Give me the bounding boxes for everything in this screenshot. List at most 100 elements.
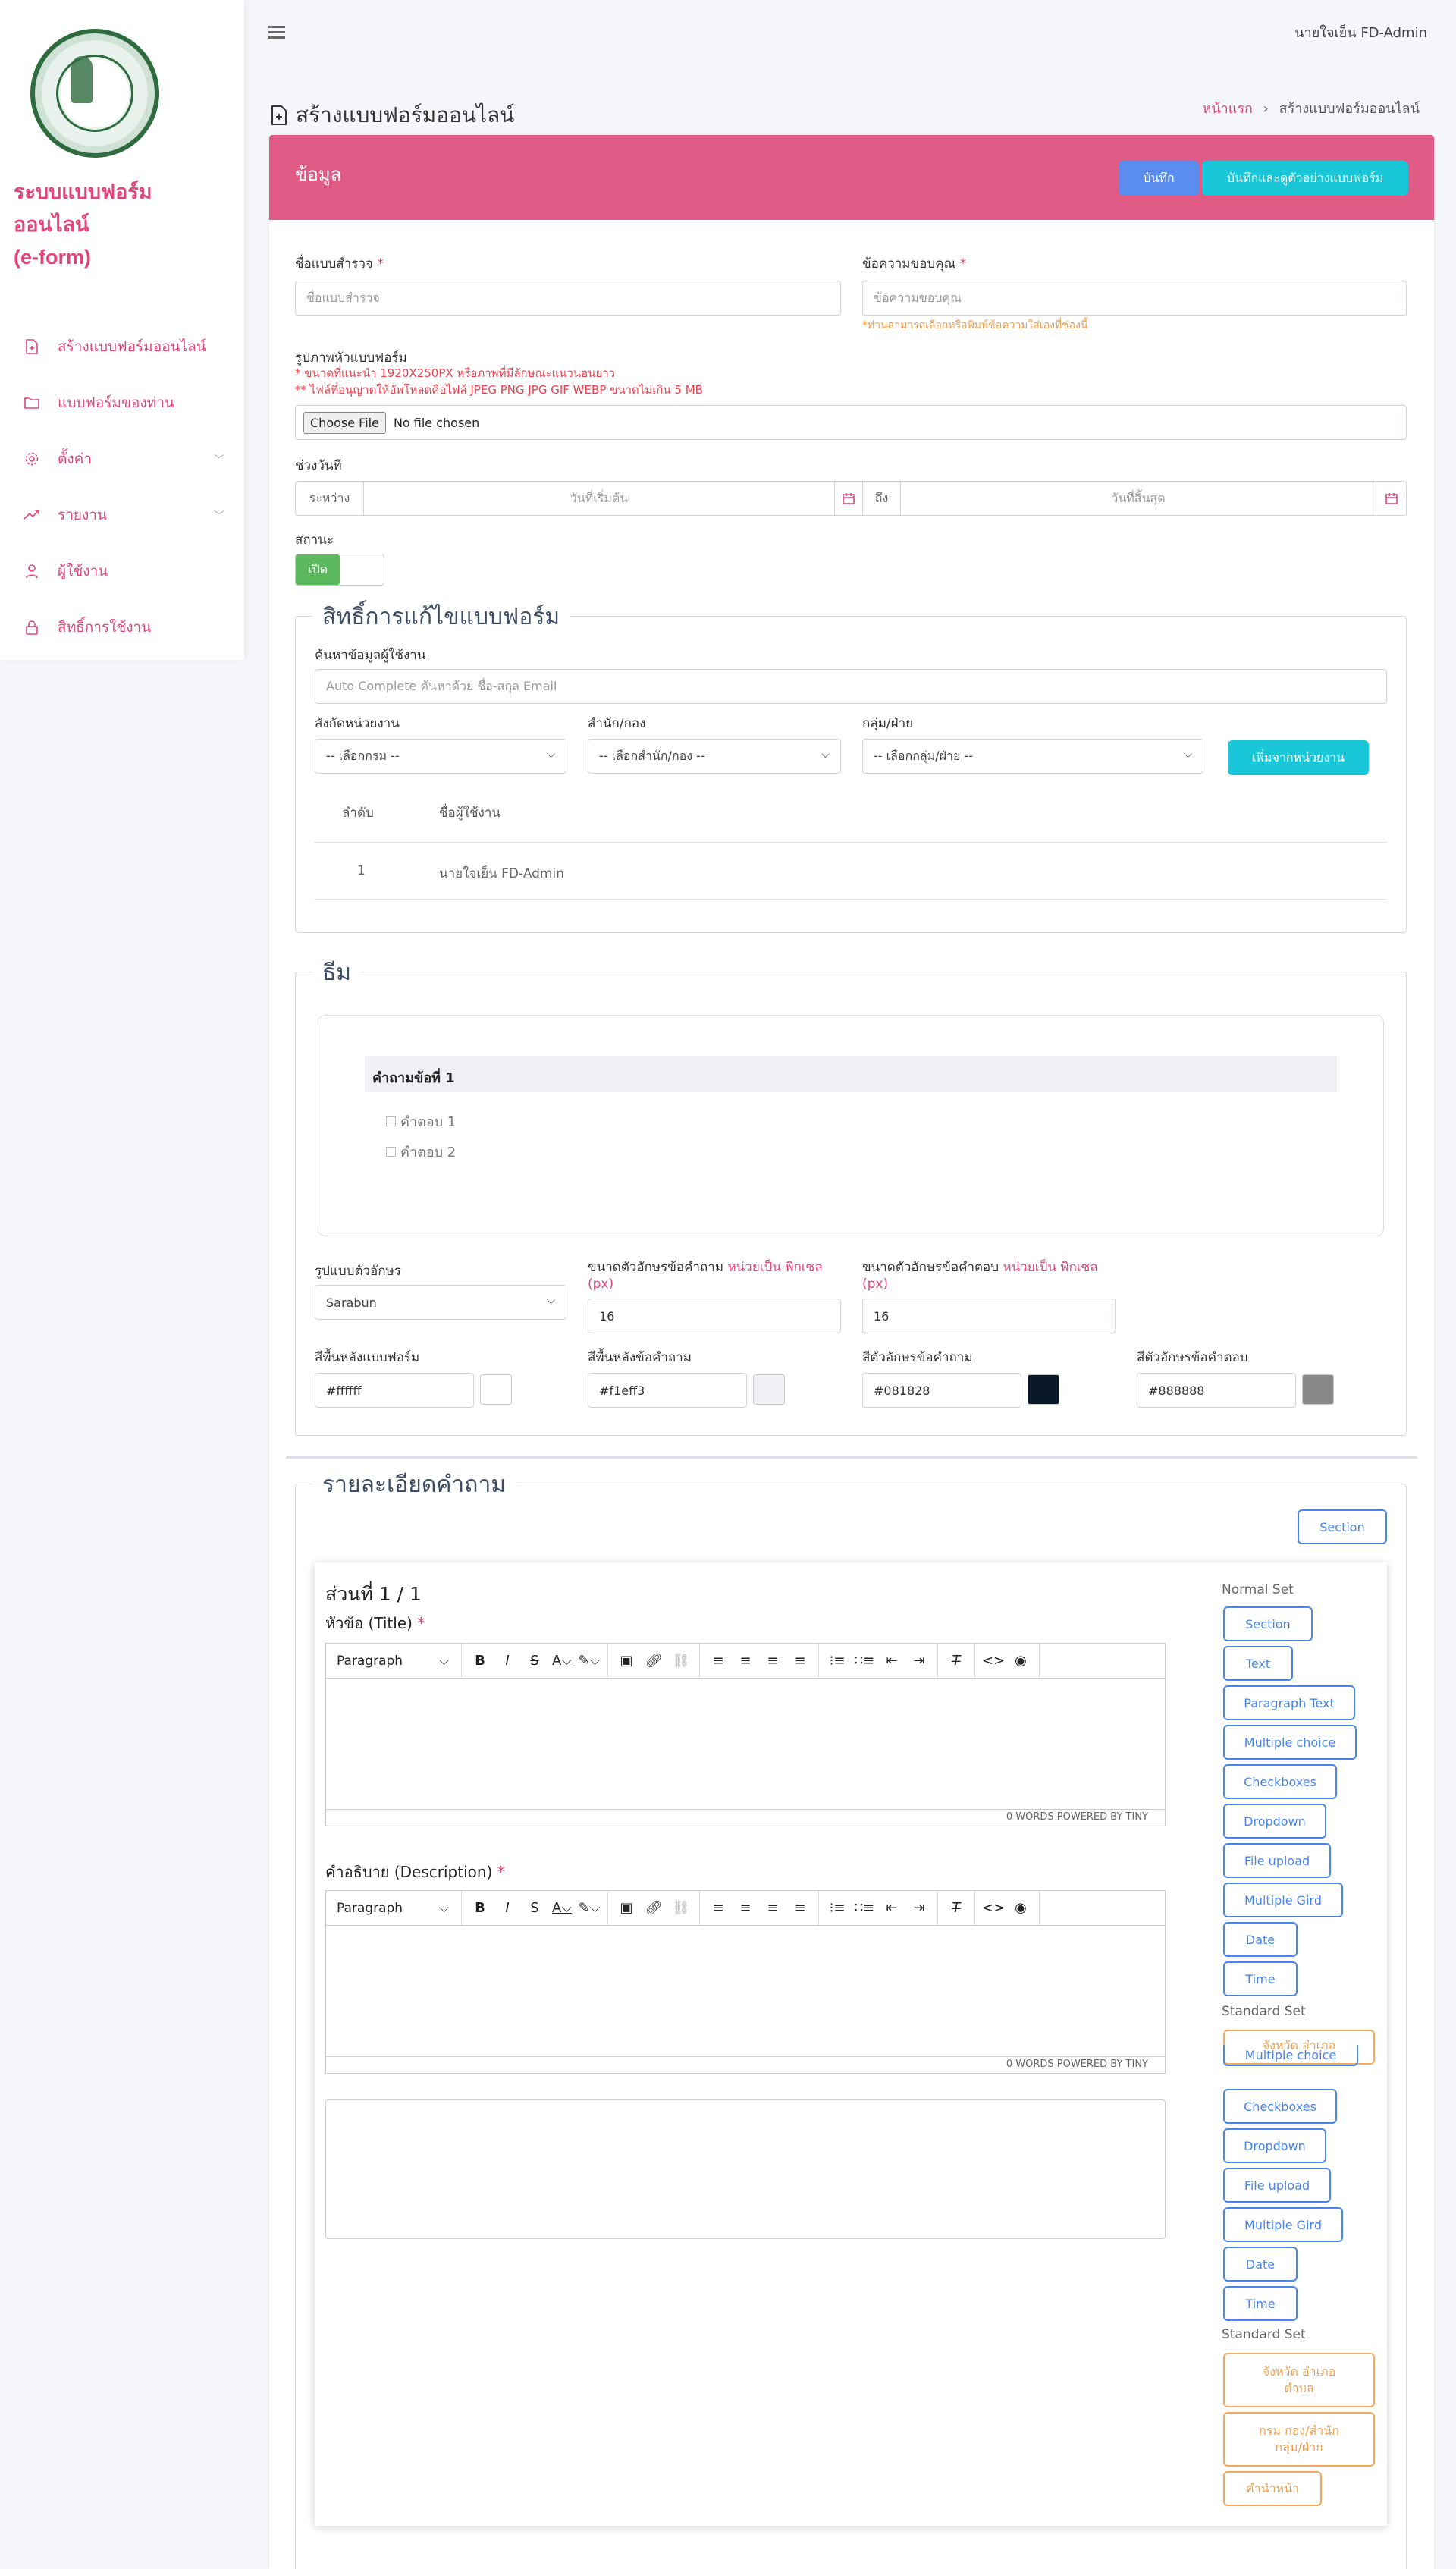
- align-center-icon[interactable]: ≡: [732, 1653, 759, 1669]
- strikethrough-icon[interactable]: S: [521, 1900, 548, 1916]
- palette-std-date-button[interactable]: Date: [1223, 2247, 1298, 2282]
- block-format-dropdown[interactable]: Paragraph ⌵: [331, 1901, 457, 1916]
- link-icon[interactable]: 🔗︎: [640, 1653, 667, 1669]
- form-bg-color-swatch[interactable]: [480, 1374, 512, 1405]
- sidebar-item-create-form[interactable]: สร้างแบบฟอร์มออนไลน์: [0, 319, 244, 375]
- palette-paragraph-text-button[interactable]: Paragraph Text: [1223, 1685, 1355, 1720]
- highlight-icon[interactable]: ✎⌵: [576, 1653, 603, 1669]
- calendar-icon[interactable]: [834, 482, 863, 515]
- start-date-input[interactable]: วันที่เริ่มต้น: [364, 489, 834, 508]
- current-user[interactable]: นายใจเย็น FD-Admin: [1294, 21, 1427, 43]
- preview-eye-icon[interactable]: ◉: [1007, 1900, 1034, 1916]
- image-upload-icon[interactable]: ▣: [613, 1653, 640, 1669]
- align-right-icon[interactable]: ≡: [759, 1900, 786, 1916]
- question-font-size-input[interactable]: 16: [588, 1299, 841, 1333]
- palette-department-office-group-button[interactable]: กรม กอง/สำนัก กลุ่ม/ฝ่าย: [1223, 2412, 1375, 2467]
- align-left-icon[interactable]: ≡: [704, 1900, 732, 1916]
- palette-multiple-grid-button[interactable]: Multiple Gird: [1223, 1883, 1343, 1917]
- indent-icon[interactable]: ⇥: [905, 1900, 933, 1916]
- question-text-color-input[interactable]: #081828: [862, 1373, 1021, 1408]
- clear-format-icon[interactable]: T̶: [943, 1653, 970, 1669]
- numbered-list-icon[interactable]: ⁝≡: [824, 1653, 851, 1669]
- unlink-icon[interactable]: ⛓︎: [667, 1653, 695, 1669]
- font-family-select[interactable]: Sarabun ⌵: [315, 1285, 566, 1320]
- source-code-icon[interactable]: <>: [980, 1653, 1007, 1669]
- palette-std-time-button[interactable]: Time: [1223, 2286, 1298, 2321]
- end-date-input[interactable]: วันที่สิ้นสุด: [901, 489, 1376, 508]
- thanks-message-input[interactable]: ข้อความขอบคุณ: [862, 281, 1407, 316]
- palette-section-button[interactable]: Section: [1223, 1606, 1313, 1641]
- user-search-input[interactable]: Auto Complete ค้นหาด้วย ชื่อ-สกุล Email: [315, 669, 1387, 704]
- app-name[interactable]: ระบบแบบฟอร์ม ออนไลน์ (e-form): [14, 176, 211, 274]
- sidebar-item-settings[interactable]: ตั้งค่า ﹀: [0, 431, 244, 487]
- save-and-preview-button[interactable]: บันทึกและดูตัวอย่างแบบฟอร์ม: [1202, 161, 1408, 196]
- palette-text-button[interactable]: Text: [1223, 1646, 1293, 1681]
- office-select[interactable]: -- เลือกสำนัก/กอง -- ⌵: [588, 739, 841, 774]
- group-select[interactable]: -- เลือกกลุ่ม/ฝ่าย -- ⌵: [862, 739, 1203, 774]
- preview-eye-icon[interactable]: ◉: [1007, 1653, 1034, 1669]
- form-bg-color-input[interactable]: #ffffff: [315, 1373, 474, 1408]
- answer-font-size-input[interactable]: 16: [862, 1299, 1116, 1333]
- source-code-icon[interactable]: <>: [980, 1900, 1007, 1916]
- sidebar-item-reports[interactable]: รายงาน ﹀: [0, 487, 244, 543]
- question-text-color-swatch[interactable]: [1028, 1374, 1059, 1405]
- highlight-icon[interactable]: ✎⌵: [576, 1900, 603, 1916]
- palette-province-district-subdistrict-button[interactable]: จังหวัด อำเภอ ตำบล: [1223, 2353, 1375, 2407]
- bold-icon[interactable]: B: [466, 1653, 494, 1669]
- status-toggle[interactable]: เปิด: [295, 554, 384, 586]
- align-justify-icon[interactable]: ≡: [786, 1900, 814, 1916]
- strikethrough-icon[interactable]: S: [521, 1653, 548, 1669]
- answer-text-color-input[interactable]: #888888: [1137, 1373, 1296, 1408]
- choose-file-button[interactable]: Choose File: [303, 411, 386, 434]
- question-bg-color-swatch[interactable]: [753, 1374, 785, 1405]
- palette-name-prefix-button[interactable]: คำนำหน้า: [1223, 2471, 1322, 2506]
- outdent-icon[interactable]: ⇤: [878, 1900, 905, 1916]
- palette-multiple-choice-button[interactable]: Multiple choice: [1223, 1725, 1357, 1760]
- palette-checkboxes-button[interactable]: Checkboxes: [1223, 1764, 1337, 1799]
- outdent-icon[interactable]: ⇤: [878, 1653, 905, 1669]
- text-color-icon[interactable]: A⌵: [548, 1653, 576, 1669]
- hamburger-menu-icon[interactable]: [268, 23, 285, 42]
- survey-name-input[interactable]: ชื่อแบบสำรวจ: [295, 281, 841, 316]
- department-select[interactable]: -- เลือกกรม -- ⌵: [315, 739, 566, 774]
- palette-date-button[interactable]: Date: [1223, 1922, 1298, 1957]
- organization-seal-logo[interactable]: [30, 29, 159, 158]
- question-drop-area[interactable]: [325, 2099, 1166, 2239]
- align-justify-icon[interactable]: ≡: [786, 1653, 814, 1669]
- align-right-icon[interactable]: ≡: [759, 1653, 786, 1669]
- italic-icon[interactable]: I: [494, 1653, 521, 1669]
- align-left-icon[interactable]: ≡: [704, 1653, 732, 1669]
- unlink-icon[interactable]: ⛓︎: [667, 1900, 695, 1916]
- bullet-list-icon[interactable]: ∷≡: [851, 1653, 878, 1669]
- palette-std-multiple-grid-button[interactable]: Multiple Gird: [1223, 2207, 1343, 2242]
- add-from-unit-button[interactable]: เพิ่มจากหน่วยงาน: [1228, 740, 1369, 775]
- header-image-file-input[interactable]: Choose File No file chosen: [295, 405, 1407, 440]
- palette-std-checkboxes-button[interactable]: Checkboxes: [1223, 2089, 1337, 2124]
- sidebar-item-my-forms[interactable]: แบบฟอร์มของท่าน: [0, 375, 244, 431]
- palette-dropdown-button[interactable]: Dropdown: [1223, 1804, 1326, 1839]
- calendar-icon[interactable]: [1376, 482, 1406, 515]
- image-upload-icon[interactable]: ▣: [613, 1900, 640, 1916]
- breadcrumb-home-link[interactable]: หน้าแรก: [1202, 101, 1252, 117]
- sidebar-item-users[interactable]: ผู้ใช้งาน: [0, 543, 244, 599]
- numbered-list-icon[interactable]: ⁝≡: [824, 1900, 851, 1916]
- title-rich-text-editor[interactable]: Paragraph ⌵ B I S A⌵ ✎⌵ ▣ 🔗︎ ⛓︎ ≡ ≡ ≡ ≡ ⁝≡ ∷≡ ⇤ ⇥ T̶ …: [325, 1643, 1166, 1826]
- block-format-dropdown[interactable]: Paragraph ⌵: [331, 1654, 457, 1669]
- bold-icon[interactable]: B: [466, 1900, 494, 1916]
- palette-std-file-upload-button[interactable]: File upload: [1223, 2168, 1331, 2203]
- question-bg-color-input[interactable]: #f1eff3: [588, 1373, 747, 1408]
- indent-icon[interactable]: ⇥: [905, 1653, 933, 1669]
- palette-time-button[interactable]: Time: [1223, 1961, 1298, 1996]
- palette-file-upload-button[interactable]: File upload: [1223, 1843, 1331, 1878]
- save-button[interactable]: บันทึก: [1119, 161, 1199, 196]
- bullet-list-icon[interactable]: ∷≡: [851, 1900, 878, 1916]
- sidebar-item-permissions[interactable]: สิทธิ์การใช้งาน: [0, 599, 244, 655]
- palette-std-dropdown-button[interactable]: Dropdown: [1223, 2128, 1326, 2163]
- clear-format-icon[interactable]: T̶: [943, 1900, 970, 1916]
- add-section-button[interactable]: Section: [1298, 1509, 1387, 1544]
- answer-text-color-swatch[interactable]: [1302, 1374, 1334, 1405]
- italic-icon[interactable]: I: [494, 1900, 521, 1916]
- description-rich-text-editor[interactable]: Paragraph ⌵ B I S A⌵ ✎⌵ ▣ 🔗︎ ⛓︎ ≡ ≡ ≡ ≡ ⁝≡ ∷≡ ⇤ ⇥ T̶ …: [325, 1890, 1166, 2074]
- palette-std-multiple-choice-button[interactable]: Multiple choice: [1223, 2045, 1358, 2066]
- link-icon[interactable]: 🔗︎: [640, 1900, 667, 1916]
